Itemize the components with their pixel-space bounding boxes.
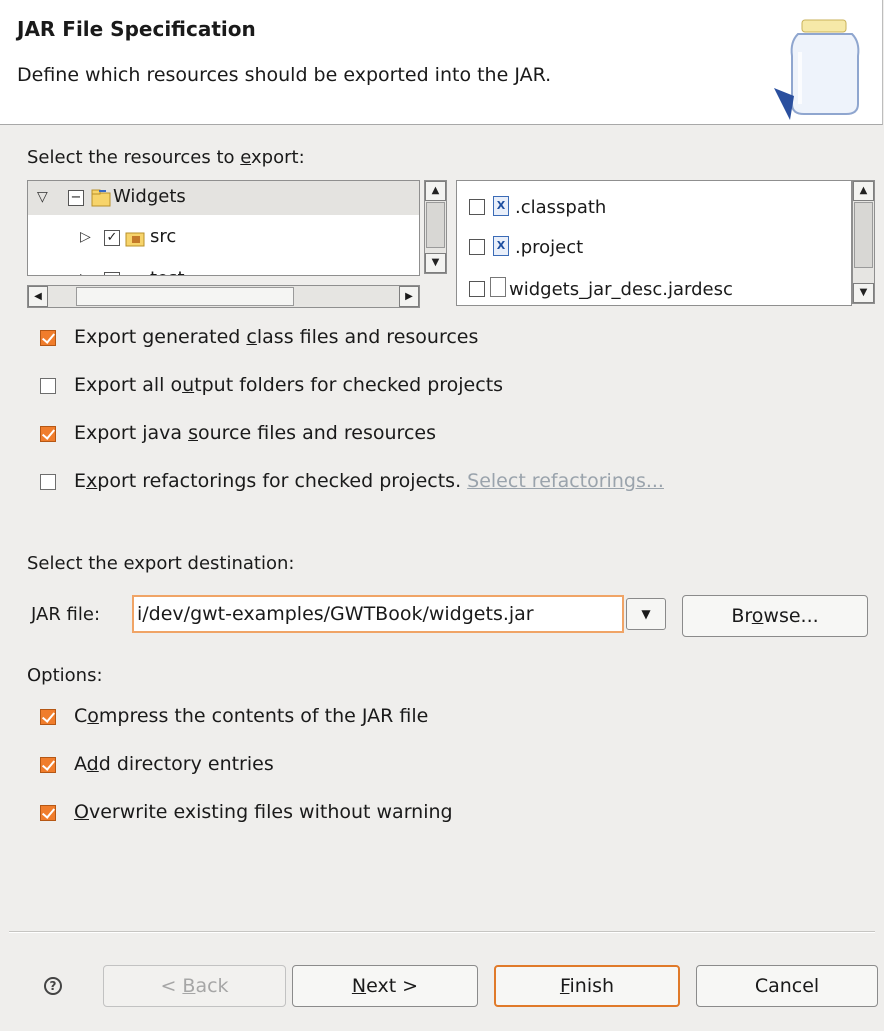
- resources-label: Select the resources to export:: [27, 147, 305, 168]
- back-button[interactable]: < Back: [103, 965, 286, 1007]
- jar-icon: [774, 19, 860, 120]
- file-item-classpath[interactable]: X .classpath: [457, 187, 851, 227]
- tree-checkbox-src[interactable]: ✓: [104, 230, 120, 246]
- tree-horizontal-scrollbar[interactable]: ◀ ▶: [27, 285, 420, 308]
- next-button[interactable]: Next >: [292, 965, 478, 1007]
- file-label: widgets_jar_desc.jardesc: [509, 279, 733, 300]
- scroll-thumb[interactable]: [76, 287, 294, 306]
- jar-file-dropdown-arrow-icon[interactable]: ▼: [626, 598, 666, 630]
- scroll-down-arrow-icon[interactable]: ▼: [853, 283, 874, 303]
- options-label: Options:: [27, 665, 103, 686]
- page-title: JAR File Specification: [17, 17, 256, 41]
- scroll-up-arrow-icon[interactable]: ▲: [425, 181, 446, 201]
- tree-label-widgets: Widgets: [113, 186, 186, 207]
- footer-separator: [9, 931, 875, 933]
- destination-label: Select the export destination:: [27, 553, 295, 574]
- expanded-arrow-icon[interactable]: ▽: [37, 189, 48, 205]
- scroll-thumb[interactable]: [426, 202, 445, 248]
- select-refactorings-link[interactable]: Select refactorings...: [467, 470, 664, 492]
- overwrite-checkbox[interactable]: [40, 805, 56, 821]
- scroll-down-arrow-icon[interactable]: ▼: [425, 253, 446, 273]
- jar-file-label: JAR file:: [31, 604, 101, 625]
- tree-label-src: src: [150, 226, 177, 247]
- file-label: .project: [515, 237, 584, 258]
- tree-item-src[interactable]: ▷ ✓ src: [28, 221, 419, 255]
- scroll-left-arrow-icon[interactable]: ◀: [28, 286, 48, 307]
- tree-item-test[interactable]: ▷ test: [28, 263, 419, 275]
- file-checkbox[interactable]: [469, 281, 485, 297]
- tree-checkbox-test[interactable]: [104, 272, 120, 275]
- file-checkbox[interactable]: [469, 199, 485, 215]
- xml-file-icon: X: [493, 196, 509, 216]
- collapsed-arrow-icon[interactable]: ▷: [80, 229, 91, 245]
- finish-button[interactable]: Finish: [494, 965, 680, 1007]
- tree-item-widgets[interactable]: ▽ − Widgets: [28, 181, 419, 215]
- package-folder-icon: [125, 232, 145, 247]
- wizard-header: JAR File Specification Define which reso…: [0, 0, 883, 125]
- file-item-project[interactable]: X .project: [457, 227, 851, 267]
- help-icon[interactable]: ?: [44, 977, 62, 995]
- collapsed-arrow-icon[interactable]: ▷: [80, 271, 91, 275]
- jardesc-file-icon: [490, 277, 506, 297]
- jar-file-input[interactable]: i/dev/gwt-examples/GWTBook/widgets.jar: [132, 595, 624, 633]
- xml-file-icon: X: [493, 236, 509, 256]
- file-item-jardesc[interactable]: widgets_jar_desc.jardesc: [457, 269, 851, 305]
- export-refactorings-checkbox[interactable]: [40, 474, 56, 490]
- resource-file-list[interactable]: X .classpath X .project widgets_jar_desc…: [456, 180, 852, 306]
- browse-button[interactable]: Browse...: [682, 595, 868, 637]
- scroll-thumb[interactable]: [854, 202, 873, 268]
- file-list-vertical-scrollbar[interactable]: ▲ ▼: [852, 180, 875, 304]
- export-class-files-checkbox[interactable]: [40, 330, 56, 346]
- tree-checkbox-widgets[interactable]: −: [68, 190, 84, 206]
- add-directory-entries-checkbox[interactable]: [40, 757, 56, 773]
- resource-tree[interactable]: ▽ − Widgets ▷ ✓ src ▷ test: [27, 180, 420, 276]
- export-output-folders-checkbox[interactable]: [40, 378, 56, 394]
- compress-checkbox[interactable]: [40, 709, 56, 725]
- scroll-up-arrow-icon[interactable]: ▲: [853, 181, 874, 201]
- project-folder-icon: [91, 189, 111, 207]
- cancel-button[interactable]: Cancel: [696, 965, 878, 1007]
- file-checkbox[interactable]: [469, 239, 485, 255]
- export-java-source-checkbox[interactable]: [40, 426, 56, 442]
- tree-label-test: test: [150, 268, 185, 275]
- scroll-right-arrow-icon[interactable]: ▶: [399, 286, 419, 307]
- file-label: .classpath: [515, 197, 607, 218]
- page-subtitle: Define which resources should be exporte…: [17, 64, 552, 86]
- tree-vertical-scrollbar[interactable]: ▲ ▼: [424, 180, 447, 274]
